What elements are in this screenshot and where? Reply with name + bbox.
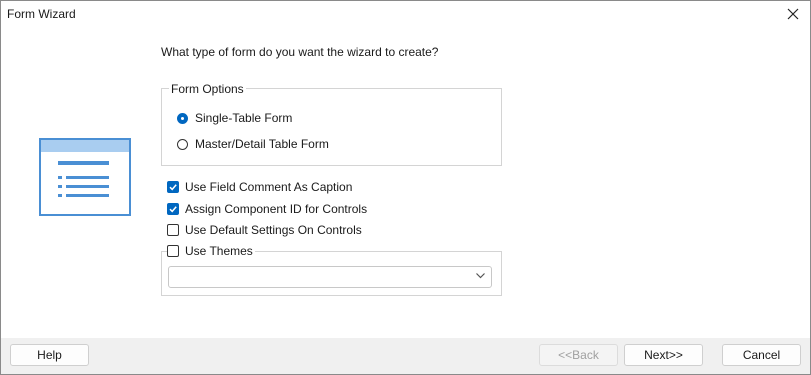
checkbox-label: Assign Component ID for Controls <box>185 202 368 216</box>
themes-dropdown[interactable] <box>168 266 492 288</box>
close-icon <box>787 8 799 20</box>
form-options-legend: Form Options <box>169 82 246 96</box>
wizard-prompt: What type of form do you want the wizard… <box>161 45 439 59</box>
single-table-form-radio[interactable]: Single-Table Form <box>177 111 292 125</box>
use-default-settings-checkbox[interactable]: Use Default Settings On Controls <box>167 223 362 237</box>
checkmark-icon <box>169 184 177 191</box>
assign-component-id-checkbox[interactable]: Assign Component ID for Controls <box>167 202 367 216</box>
form-wizard-icon <box>39 138 131 219</box>
checkbox-label: Use Default Settings On Controls <box>185 223 362 237</box>
window-title: Form Wizard <box>7 7 76 21</box>
form-wizard-window: Form Wizard What type of form do you wan… <box>0 0 811 375</box>
checkbox-checked[interactable] <box>167 181 179 193</box>
checkbox-unchecked[interactable] <box>167 245 179 257</box>
close-button[interactable] <box>782 4 804 24</box>
chevron-down-icon <box>476 273 485 279</box>
button-bar: Help <<Back Next>> Cancel <box>1 338 810 374</box>
next-button[interactable]: Next>> <box>624 344 703 366</box>
themes-group: Use Themes <box>161 244 502 296</box>
help-button[interactable]: Help <box>10 344 89 366</box>
checkbox-label: Use Themes <box>185 244 253 258</box>
checkmark-icon <box>169 206 177 213</box>
title-bar: Form Wizard <box>1 1 810 27</box>
radio-button[interactable] <box>177 138 188 150</box>
checkbox-unchecked[interactable] <box>167 224 179 236</box>
radio-label: Single-Table Form <box>195 111 293 125</box>
back-button[interactable]: <<Back <box>539 344 618 366</box>
radio-label: Master/Detail Table Form <box>195 137 329 151</box>
cancel-button[interactable]: Cancel <box>722 344 801 366</box>
use-themes-checkbox[interactable]: Use Themes <box>167 244 255 258</box>
master-detail-form-radio[interactable]: Master/Detail Table Form <box>177 137 329 151</box>
checkbox-label: Use Field Comment As Caption <box>185 180 353 194</box>
use-field-comment-checkbox[interactable]: Use Field Comment As Caption <box>167 180 352 194</box>
form-options-group: Form Options Single-Table Form Master/De… <box>161 82 502 166</box>
checkbox-checked[interactable] <box>167 203 179 215</box>
radio-button-selected[interactable] <box>177 112 188 124</box>
